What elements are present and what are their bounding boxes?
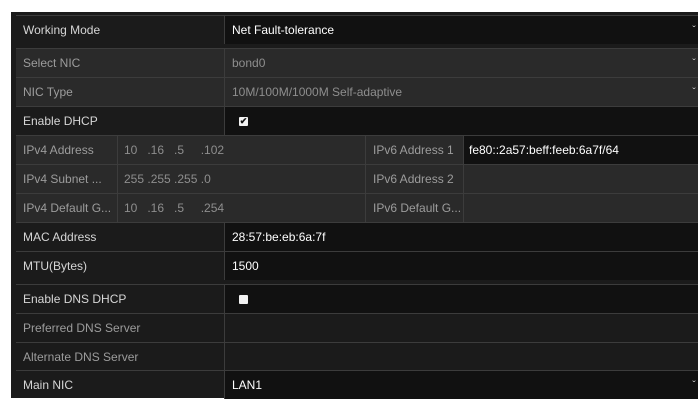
alternate-dns-input[interactable] bbox=[224, 343, 698, 371]
mac-address-field: 28:57:be:eb:6a:7f bbox=[224, 223, 698, 251]
select-nic-label: Select NIC bbox=[23, 56, 81, 70]
mtu-label: MTU(Bytes) bbox=[23, 259, 87, 273]
row-mtu: MTU(Bytes) 1500 bbox=[16, 251, 698, 280]
chevron-down-icon[interactable]: ˇ bbox=[690, 371, 698, 399]
working-mode-dropdown[interactable]: Net Fault-tolerance ˇ bbox=[224, 16, 698, 44]
select-nic-value: bond0 bbox=[232, 56, 266, 70]
nic-type-label: NIC Type bbox=[23, 85, 73, 99]
ipv6-address1-value: fe80::2a57:beff:feeb:6a7f/64 bbox=[469, 143, 619, 157]
row-main-nic: Main NIC LAN1 ˇ bbox=[16, 370, 698, 399]
ipv6-gateway-input[interactable] bbox=[463, 194, 698, 222]
ipv4-address-label: IPv4 Address bbox=[23, 143, 94, 157]
nic-type-value: 10M/100M/1000M Self-adaptive bbox=[232, 85, 403, 99]
row-alternate-dns: Alternate DNS Server bbox=[16, 342, 698, 371]
ipv6-address2-label: IPv6 Address 2 bbox=[365, 165, 463, 193]
enable-dns-dhcp-label: Enable DNS DHCP bbox=[23, 292, 127, 306]
row-mac-address: MAC Address 28:57:be:eb:6a:7f bbox=[16, 222, 698, 251]
ipv6-address1-label: IPv6 Address 1 bbox=[365, 136, 463, 164]
ipv6-address1-input[interactable]: fe80::2a57:beff:feeb:6a7f/64 bbox=[463, 136, 698, 164]
ipv4-subnet-input[interactable]: 255 .255 .255 .0 bbox=[117, 165, 365, 193]
working-mode-label: Working Mode bbox=[23, 23, 101, 37]
chevron-down-icon[interactable]: ˇ bbox=[690, 16, 698, 44]
main-nic-value: LAN1 bbox=[232, 378, 263, 392]
main-nic-dropdown[interactable]: LAN1 ˇ bbox=[224, 371, 698, 399]
row-select-nic: Select NIC bond0 ˇ bbox=[16, 48, 698, 77]
row-gateways: IPv4 Default G... 10 .16 .5 .254 IPv6 De… bbox=[16, 193, 698, 222]
chevron-down-icon[interactable]: ˇ bbox=[690, 49, 698, 77]
ipv4-subnet-label: IPv4 Subnet ... bbox=[23, 172, 102, 186]
ipv4-gateway-value: 10 .16 .5 .254 bbox=[124, 201, 225, 215]
row-enable-dhcp: Enable DHCP ✔ bbox=[16, 106, 698, 135]
preferred-dns-label: Preferred DNS Server bbox=[23, 321, 141, 335]
row-enable-dns-dhcp: Enable DNS DHCP bbox=[16, 284, 698, 313]
chevron-down-icon[interactable]: ˇ bbox=[690, 78, 698, 106]
nic-type-dropdown[interactable]: 10M/100M/1000M Self-adaptive ˇ bbox=[224, 78, 698, 106]
ipv4-address-input[interactable]: 10 .16 .5 .102 bbox=[117, 136, 365, 164]
enable-dhcp-cell: ✔ bbox=[224, 107, 698, 135]
row-working-mode: Working Mode Net Fault-tolerance ˇ bbox=[16, 15, 698, 44]
ipv6-address2-input[interactable] bbox=[463, 165, 698, 193]
mtu-value: 1500 bbox=[232, 259, 259, 273]
enable-dhcp-checkbox-icon[interactable]: ✔ bbox=[239, 116, 248, 126]
mac-address-value: 28:57:be:eb:6a:7f bbox=[232, 230, 326, 244]
row-nic-type: NIC Type 10M/100M/1000M Self-adaptive ˇ bbox=[16, 77, 698, 106]
alternate-dns-label: Alternate DNS Server bbox=[23, 350, 139, 364]
ipv4-gateway-label: IPv4 Default G... bbox=[23, 201, 112, 215]
main-nic-label: Main NIC bbox=[23, 378, 74, 392]
enable-dns-dhcp-checkbox-icon[interactable] bbox=[239, 294, 248, 304]
ipv4-address-value: 10 .16 .5 .102 bbox=[124, 143, 225, 157]
row-subnet-ipv6-address2: IPv4 Subnet ... 255 .255 .255 .0 IPv6 Ad… bbox=[16, 164, 698, 193]
enable-dhcp-label: Enable DHCP bbox=[23, 114, 98, 128]
ipv4-gateway-input[interactable]: 10 .16 .5 .254 bbox=[117, 194, 365, 222]
row-ipv4-ipv6-address: IPv4 Address 10 .16 .5 .102 IPv6 Address… bbox=[16, 135, 698, 164]
row-preferred-dns: Preferred DNS Server bbox=[16, 313, 698, 342]
working-mode-value: Net Fault-tolerance bbox=[232, 23, 335, 37]
network-settings-panel: Working Mode Net Fault-tolerance ˇ Selec… bbox=[11, 12, 698, 399]
select-nic-dropdown[interactable]: bond0 ˇ bbox=[224, 49, 698, 77]
mac-address-label: MAC Address bbox=[23, 230, 97, 244]
enable-dns-dhcp-cell bbox=[224, 285, 698, 313]
preferred-dns-input[interactable] bbox=[224, 314, 698, 342]
ipv6-gateway-label: IPv6 Default G... bbox=[365, 194, 463, 222]
mtu-input[interactable]: 1500 bbox=[224, 252, 698, 280]
ipv4-subnet-value: 255 .255 .255 .0 bbox=[124, 172, 211, 186]
